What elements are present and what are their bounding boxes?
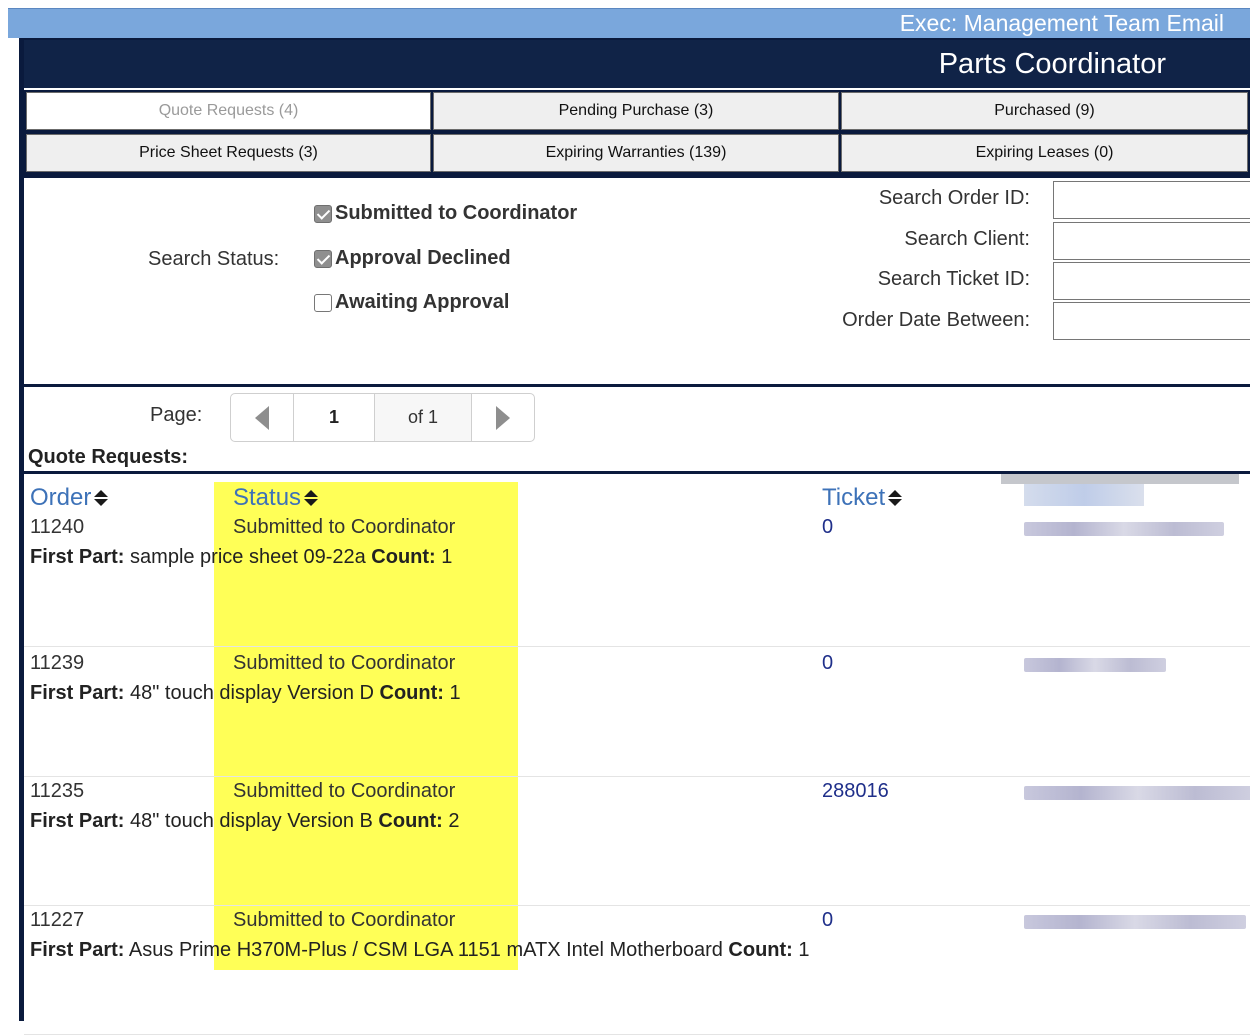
tab-expiring-warranties[interactable]: Expiring Warranties (139)	[433, 134, 839, 172]
page-label: Page:	[150, 404, 203, 426]
table-row[interactable]: 11239 Submitted to Coordinator 0 First P…	[24, 648, 1250, 777]
order-status: Submitted to Coordinator	[233, 780, 456, 802]
order-id: 11235	[30, 780, 85, 802]
search-client-input[interactable]	[1053, 222, 1250, 260]
checkbox-checked-icon[interactable]	[314, 204, 332, 223]
ticket-column-header[interactable]: Ticket	[822, 484, 903, 512]
count-label: Count:	[379, 682, 444, 704]
status-awaiting-checkbox[interactable]: Awaiting Approval	[314, 291, 509, 314]
count-value: 1	[798, 939, 810, 961]
checkbox-checked-icon[interactable]	[314, 249, 332, 268]
chevron-right-icon	[496, 405, 510, 430]
left-margin	[0, 0, 8, 1021]
quote-requests-table: Order Status Ticket 11240 Submitted to C…	[24, 471, 1250, 1035]
order-id: 11239	[30, 652, 85, 674]
tab-pending-purchase[interactable]: Pending Purchase (3)	[433, 92, 839, 130]
page-title: Parts Coordinator	[938, 48, 1166, 80]
first-part-line: First Part: sample price sheet 09-22a Co…	[30, 546, 452, 569]
redacted-client	[1024, 915, 1246, 929]
redacted-header-label	[1024, 484, 1144, 506]
first-part-label: First Part:	[30, 546, 125, 568]
redacted-client	[1024, 786, 1250, 800]
first-part-label: First Part:	[30, 682, 125, 704]
count-label: Count:	[728, 939, 793, 961]
ticket-link[interactable]: 0	[822, 516, 833, 539]
first-part-value: Asus Prime H370M-Plus / CSM LGA 1151 mAT…	[128, 939, 723, 961]
first-part-value: sample price sheet 09-22a	[130, 546, 366, 568]
exec-email-link[interactable]: Exec: Management Team Email	[900, 9, 1224, 37]
first-part-line: First Part: Asus Prime H370M-Plus / CSM …	[30, 939, 810, 962]
quote-requests-heading: Quote Requests:	[28, 446, 189, 468]
search-ticket-id-label: Search Ticket ID:	[877, 268, 1030, 290]
tab-expiring-leases[interactable]: Expiring Leases (0)	[841, 134, 1248, 172]
pager-row: Page: 1 of 1 Quote Requests:	[24, 390, 1250, 470]
tab-quote-requests[interactable]: Quote Requests (4)	[26, 92, 431, 130]
sort-icon	[94, 490, 109, 506]
first-part-line: First Part: 48" touch display Version B …	[30, 810, 460, 833]
title-bar: Parts Coordinator	[24, 38, 1250, 88]
search-ticket-id-input[interactable]	[1053, 262, 1250, 300]
status-declined-label: Approval Declined	[335, 247, 511, 269]
first-part-line: First Part: 48" touch display Version D …	[30, 682, 461, 705]
status-declined-checkbox[interactable]: Approval Declined	[314, 247, 511, 270]
page-count: of 1	[375, 394, 472, 441]
table-row[interactable]: 11227 Submitted to Coordinator 0 First P…	[24, 907, 1250, 1035]
first-part-value: 48" touch display Version B	[130, 810, 373, 832]
ticket-header-label: Ticket	[822, 484, 886, 511]
search-panel: Search Status: Submitted to Coordinator …	[24, 176, 1250, 387]
status-submitted-label: Submitted to Coordinator	[335, 202, 578, 224]
search-status-label: Search Status:	[148, 248, 280, 270]
search-order-id-label: Search Order ID:	[878, 187, 1030, 209]
redacted-client	[1024, 522, 1224, 536]
status-column-header[interactable]: Status	[233, 484, 319, 512]
search-client-label: Search Client:	[904, 228, 1030, 250]
prev-page-button[interactable]	[231, 394, 294, 441]
order-date-input[interactable]	[1053, 302, 1250, 340]
first-part-value: 48" touch display Version D	[130, 682, 374, 704]
sort-icon	[888, 490, 903, 506]
ticket-link[interactable]: 0	[822, 909, 833, 932]
table-row[interactable]: 11240 Submitted to Coordinator 0 First P…	[24, 516, 1250, 647]
order-column-header[interactable]: Order	[30, 484, 109, 512]
status-awaiting-label: Awaiting Approval	[335, 291, 510, 313]
chevron-left-icon	[255, 405, 269, 430]
table-row[interactable]: 11235 Submitted to Coordinator 288016 Fi…	[24, 778, 1250, 906]
count-value: 1	[449, 682, 461, 704]
tab-strip: Quote Requests (4) Pending Purchase (3) …	[24, 90, 1250, 176]
order-id: 11227	[30, 909, 85, 931]
next-page-button[interactable]	[472, 394, 534, 441]
first-part-label: First Part:	[30, 810, 125, 832]
order-status: Submitted to Coordinator	[233, 909, 456, 931]
redacted-client	[1024, 658, 1166, 672]
count-label: Count:	[378, 810, 443, 832]
count-label: Count:	[371, 546, 436, 568]
order-id: 11240	[30, 516, 85, 538]
status-submitted-checkbox[interactable]: Submitted to Coordinator	[314, 202, 577, 225]
order-status: Submitted to Coordinator	[233, 652, 456, 674]
order-date-label: Order Date Between:	[842, 309, 1030, 331]
sort-icon	[304, 490, 319, 506]
status-header-label: Status	[233, 484, 302, 511]
order-status: Submitted to Coordinator	[233, 516, 456, 538]
tab-purchased[interactable]: Purchased (9)	[841, 92, 1248, 130]
ticket-link[interactable]: 0	[822, 652, 833, 675]
first-part-label: First Part:	[30, 939, 125, 961]
top-strip: Exec: Management Team Email	[8, 8, 1250, 38]
main-panel: Parts Coordinator Quote Requests (4) Pen…	[19, 38, 1250, 1035]
current-page-input[interactable]: 1	[294, 394, 375, 441]
search-order-id-input[interactable]	[1053, 181, 1250, 219]
count-value: 2	[448, 810, 460, 832]
tab-price-sheet-requests[interactable]: Price Sheet Requests (3)	[26, 134, 431, 172]
pagination: 1 of 1	[230, 393, 535, 442]
count-value: 1	[441, 546, 453, 568]
order-header-label: Order	[30, 484, 92, 511]
checkbox-unchecked-icon[interactable]	[314, 293, 332, 312]
redacted-header	[1001, 474, 1239, 484]
ticket-link[interactable]: 288016	[822, 780, 889, 803]
